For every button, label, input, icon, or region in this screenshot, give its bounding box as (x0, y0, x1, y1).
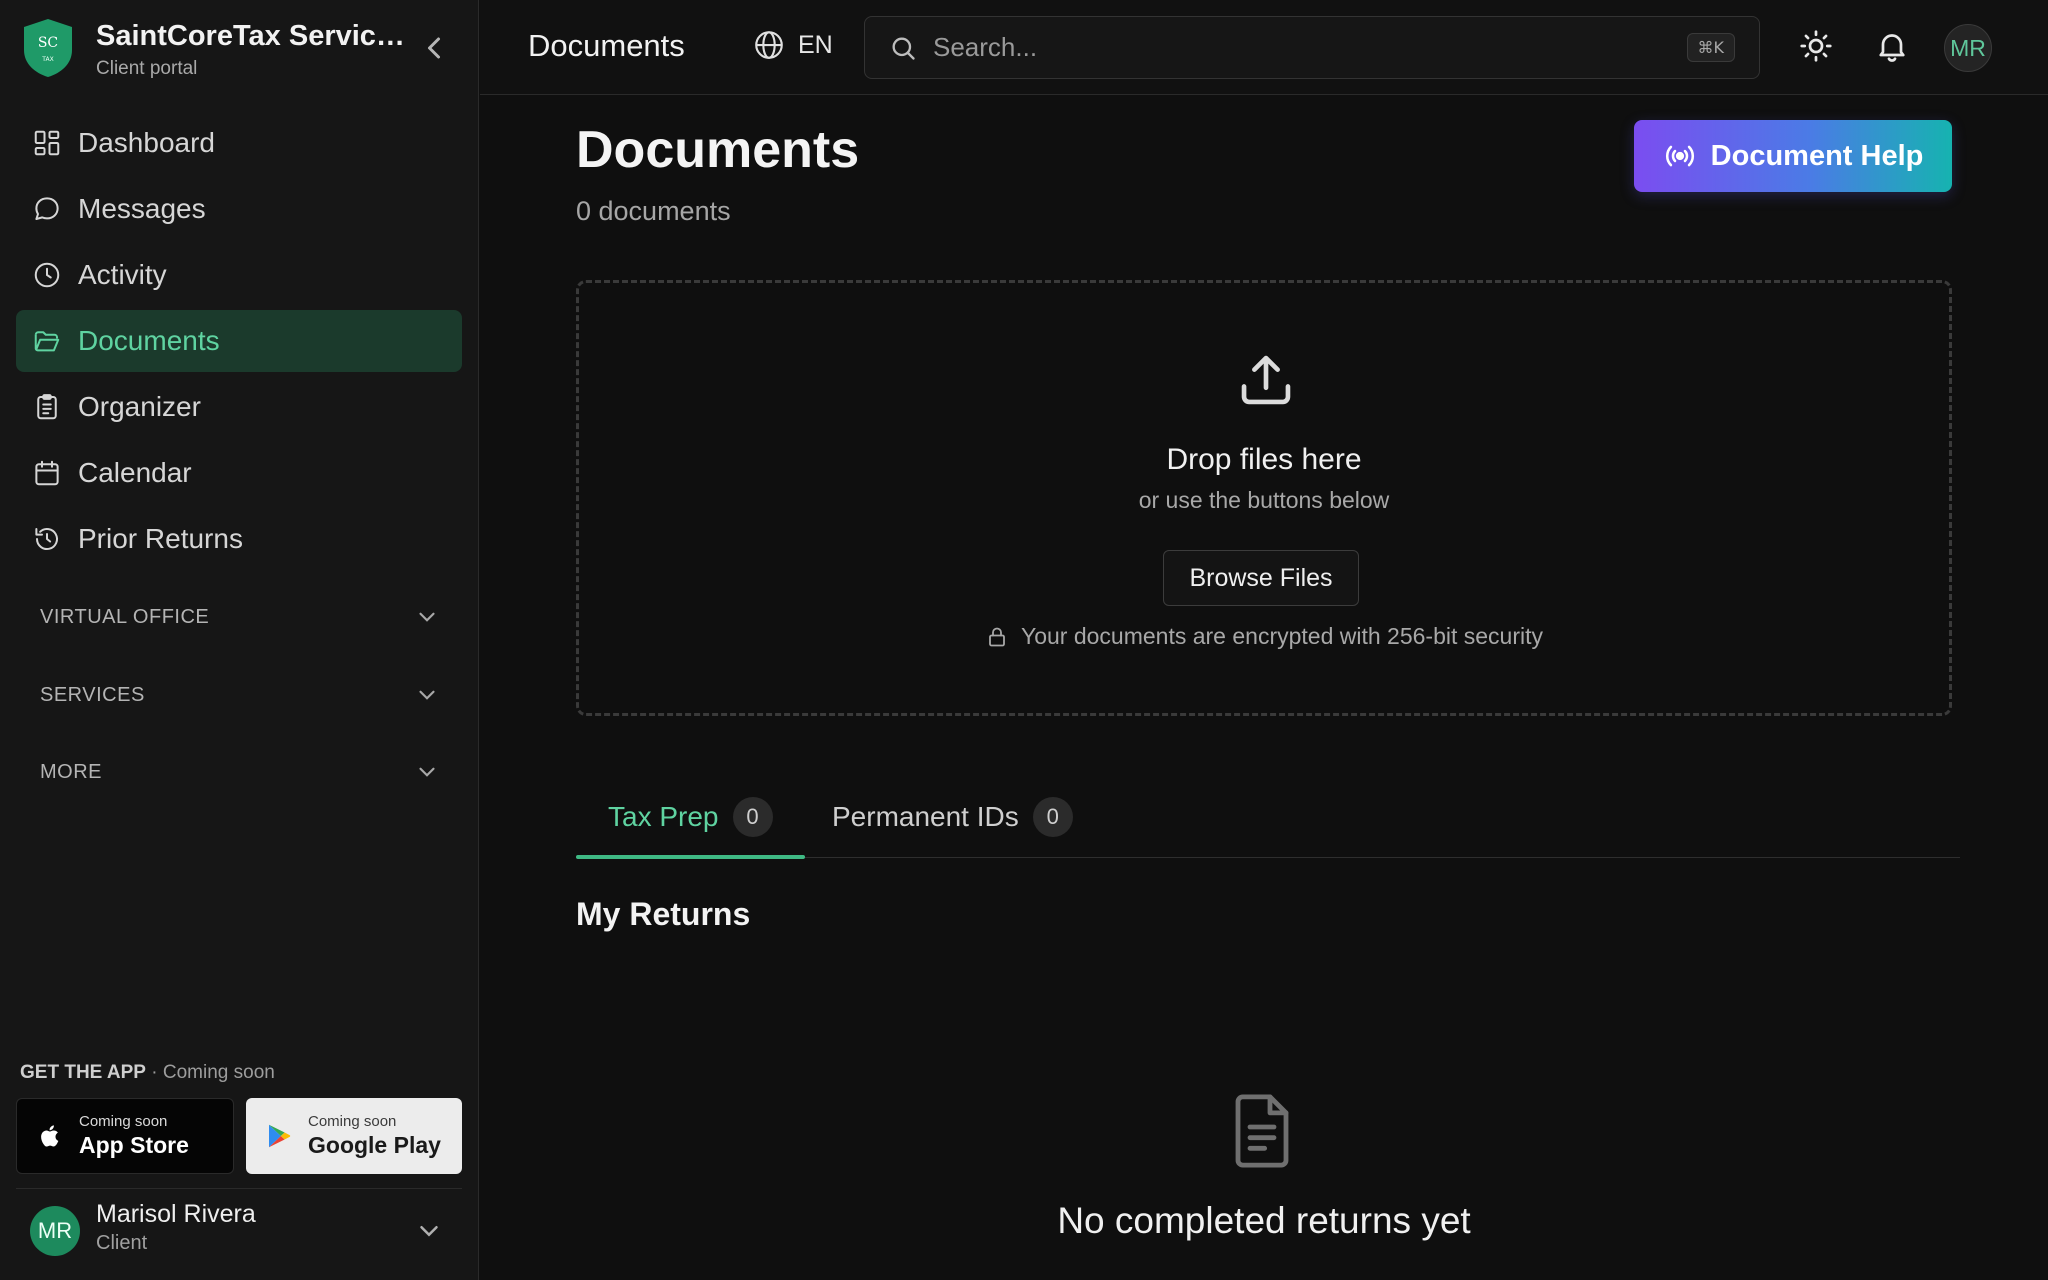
avatar[interactable]: MR (1944, 24, 1992, 72)
security-note: Your documents are encrypted with 256-bi… (579, 623, 1949, 650)
store-name: App Store (79, 1132, 189, 1158)
document-count: 0 documents (576, 196, 731, 226)
brand-name: SaintCoreTax Servic… (96, 20, 405, 52)
store-small-label: Coming soon (79, 1113, 168, 1130)
dropzone-subtitle: or use the buttons below (1138, 487, 1390, 513)
chevron-down-icon (420, 1226, 438, 1237)
tab-permanent-ids[interactable]: Permanent IDs 0 (832, 776, 1073, 858)
main-content: Documents 0 documents Document Help Drop… (480, 96, 2048, 1280)
google-play-button[interactable]: Coming soon Google Play (246, 1098, 462, 1174)
get-app-label: GET THE APP · Coming soon (20, 1062, 275, 1084)
broadcast-icon (1665, 145, 1694, 167)
lock-icon (989, 627, 1005, 646)
empty-state-text: No completed returns yet (1057, 1200, 1471, 1241)
history-icon (35, 528, 58, 551)
dropzone-title: Drop files here (1166, 443, 1362, 476)
brand[interactable]: SC TAX SaintCoreTax Servic… Client porta… (20, 16, 460, 86)
sidebar-item-label: Activity (78, 259, 167, 290)
user-menu[interactable]: MR Marisol Rivera Client (30, 1200, 450, 1262)
apple-icon (41, 1125, 59, 1147)
language-selector[interactable]: EN (752, 28, 833, 62)
message-icon (35, 197, 59, 220)
tab-label: Permanent IDs (832, 801, 1019, 832)
file-dropzone[interactable]: Drop files here or use the buttons below… (576, 280, 1952, 716)
sidebar-item-messages[interactable]: Messages (16, 178, 462, 240)
store-small-label: Coming soon (308, 1113, 397, 1130)
brand-subtitle: Client portal (96, 58, 198, 79)
document-help-label: Document Help (1710, 139, 1924, 172)
calendar-icon (35, 460, 59, 486)
store-name: Google Play (308, 1132, 441, 1158)
sidebar-item-label: Organizer (78, 391, 201, 422)
shield-logo-icon: SC TAX (24, 19, 72, 77)
tab-label: Tax Prep (608, 801, 719, 832)
divider (16, 1188, 462, 1189)
upload-icon (1241, 355, 1291, 405)
logo-text-top: SC (38, 35, 58, 51)
sun-theme-toggle-icon[interactable] (1798, 28, 1834, 64)
section-label: VIRTUAL OFFICE (40, 605, 210, 628)
logo-text-bottom: TAX (41, 56, 53, 63)
globe-icon (755, 31, 783, 59)
dashboard-icon (34, 130, 60, 156)
get-app-title: GET THE APP (20, 1062, 146, 1083)
sidebar-item-calendar[interactable]: Calendar (16, 442, 462, 504)
collapse-sidebar-chevron-left-icon[interactable] (416, 30, 452, 66)
section-label: MORE (40, 760, 102, 783)
page-title: Documents (576, 121, 860, 179)
section-virtual-office[interactable]: VIRTUAL OFFICE (40, 597, 440, 637)
count-badge: 0 (1032, 797, 1073, 837)
keyboard-shortcut-badge: ⌘K (1686, 33, 1735, 62)
folder-icon (34, 331, 60, 352)
clock-icon (34, 262, 60, 288)
sidebar-nav: Dashboard Messages Activity Documents Or… (16, 112, 462, 574)
app-store-button[interactable]: Coming soon App Store (16, 1098, 234, 1174)
chevron-down-icon (419, 690, 435, 700)
search-bar[interactable]: ⌘K (864, 16, 1760, 79)
clipboard-icon (37, 394, 57, 420)
search-icon (892, 37, 915, 60)
security-note-text: Your documents are encrypted with 256-bi… (1020, 623, 1544, 649)
get-app-note: · Coming soon (151, 1062, 275, 1083)
user-name: Marisol Rivera (96, 1200, 256, 1228)
sidebar-item-activity[interactable]: Activity (16, 244, 462, 306)
language-code: EN (798, 30, 833, 59)
count-badge: 0 (732, 797, 773, 837)
section-label: SERVICES (40, 683, 145, 706)
bell-notifications-icon[interactable] (1874, 28, 1910, 64)
sidebar: SC TAX SaintCoreTax Servic… Client porta… (0, 0, 479, 1280)
google-play-icon (269, 1124, 291, 1148)
top-bar: Documents EN ⌘K MR (480, 0, 2048, 95)
sidebar-item-documents[interactable]: Documents (16, 310, 462, 372)
chevron-down-icon (419, 767, 435, 777)
avatar: MR (30, 1206, 80, 1256)
sidebar-item-label: Dashboard (78, 127, 215, 158)
section-more[interactable]: MORE (40, 752, 440, 792)
search-input[interactable] (933, 32, 1687, 63)
document-help-button[interactable]: Document Help (1634, 120, 1952, 192)
sidebar-item-organizer[interactable]: Organizer (16, 376, 462, 438)
sidebar-item-label: Messages (78, 193, 206, 224)
document-tabs: Tax Prep 0 Permanent IDs 0 (576, 776, 1960, 859)
tab-tax-prep[interactable]: Tax Prep 0 (576, 776, 805, 859)
section-services[interactable]: SERVICES (40, 675, 440, 715)
sidebar-item-label: Calendar (78, 457, 192, 488)
chevron-down-icon (419, 612, 435, 622)
browse-files-button[interactable]: Browse Files (1163, 550, 1359, 606)
sidebar-item-label: Documents (78, 325, 220, 356)
sidebar-item-label: Prior Returns (78, 523, 243, 554)
section-title-my-returns: My Returns (576, 896, 751, 932)
top-bar-title: Documents (528, 28, 685, 63)
sidebar-item-prior-returns[interactable]: Prior Returns (16, 508, 462, 570)
document-icon (1235, 1094, 1289, 1168)
sidebar-item-dashboard[interactable]: Dashboard (16, 112, 462, 174)
user-role: Client (96, 1232, 148, 1254)
